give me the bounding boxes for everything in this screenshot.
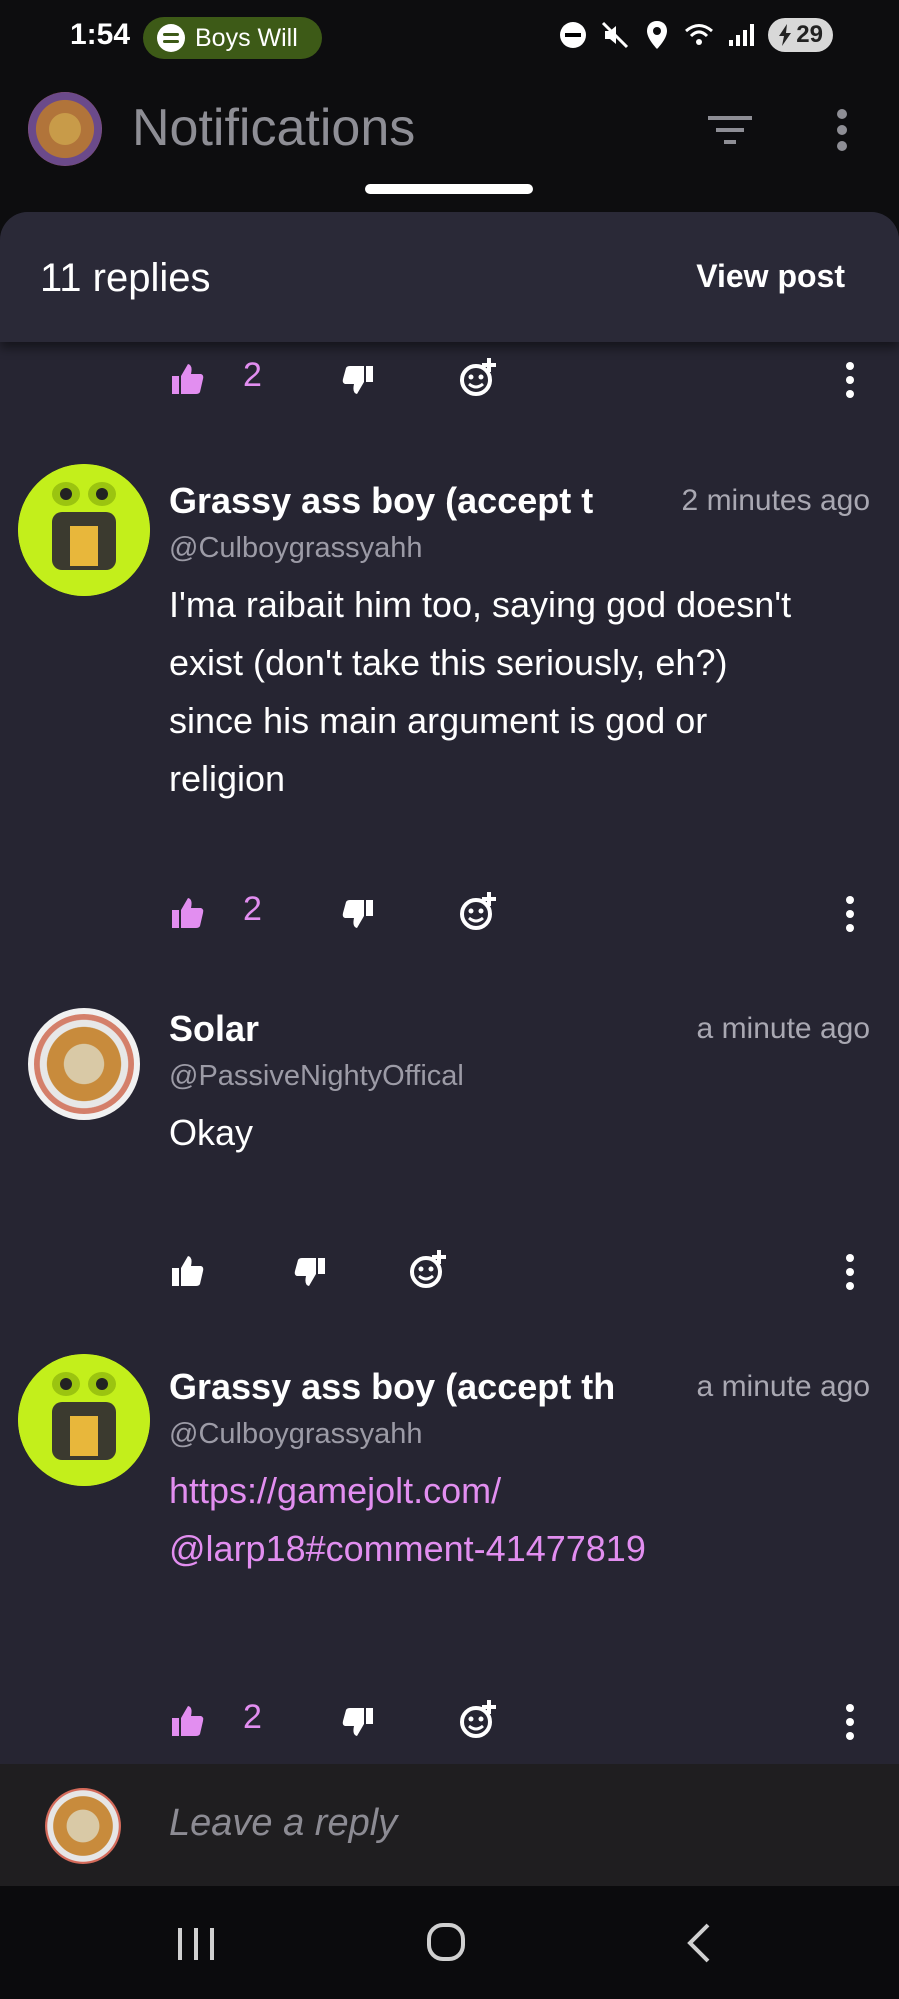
view-post-button[interactable]: View post bbox=[696, 258, 845, 295]
comment-actions: 2 bbox=[0, 884, 899, 944]
commenter-avatar[interactable] bbox=[18, 1354, 150, 1486]
like-count: 2 bbox=[243, 356, 262, 394]
comment-body: Okay bbox=[169, 1112, 254, 1153]
replies-sheet: 11 replies View post 2 Grassy ass boy (a… bbox=[0, 212, 899, 1886]
back-icon[interactable] bbox=[686, 1922, 712, 1964]
comment-link-line[interactable]: https://gamejolt.com/ bbox=[169, 1462, 819, 1520]
home-icon[interactable] bbox=[426, 1922, 466, 1962]
comment-actions: 2 bbox=[0, 350, 899, 410]
spotify-track-label: Boys Will bbox=[195, 23, 298, 52]
comment-timestamp: a minute ago bbox=[686, 1370, 870, 1404]
comment-link-line[interactable]: @larp18#comment-41477819 bbox=[169, 1520, 819, 1578]
comment-more-icon[interactable] bbox=[840, 894, 860, 934]
like-icon[interactable] bbox=[170, 896, 204, 930]
filter-icon[interactable] bbox=[706, 110, 754, 150]
comment-more-icon[interactable] bbox=[840, 360, 860, 400]
like-count: 2 bbox=[243, 1698, 262, 1736]
spotify-icon bbox=[157, 24, 185, 52]
comment-item: Grassy ass boy (accept th a minute ago @… bbox=[0, 1354, 899, 1644]
sheet-drag-handle[interactable] bbox=[365, 184, 533, 194]
spotify-now-playing-pill[interactable]: Boys Will bbox=[143, 17, 322, 59]
comment-body: I'ma raibait him too, saying god doesn't… bbox=[169, 584, 792, 799]
comment-timestamp: a minute ago bbox=[686, 1012, 870, 1046]
comment-more-icon[interactable] bbox=[840, 1252, 860, 1292]
like-icon[interactable] bbox=[170, 1704, 204, 1738]
location-icon bbox=[642, 20, 672, 50]
status-icons: 29 bbox=[558, 18, 833, 52]
commenter-avatar[interactable] bbox=[18, 464, 150, 596]
battery-indicator: 29 bbox=[768, 18, 833, 52]
reply-input[interactable]: Leave a reply bbox=[169, 1802, 397, 1845]
user-avatar[interactable] bbox=[28, 92, 102, 166]
status-time: 1:54 bbox=[70, 18, 131, 51]
more-options-icon[interactable] bbox=[832, 106, 852, 154]
comment-actions: 2 bbox=[0, 1692, 899, 1752]
dislike-icon[interactable] bbox=[342, 1706, 374, 1738]
commenter-handle[interactable]: @Culboygrassyahh bbox=[169, 532, 423, 565]
app-top-bar: Notifications bbox=[0, 76, 899, 206]
page-title: Notifications bbox=[132, 99, 416, 157]
comment-more-icon[interactable] bbox=[840, 1702, 860, 1742]
comment-link[interactable]: https://gamejolt.com/ @larp18#comment-41… bbox=[169, 1462, 819, 1578]
mute-icon bbox=[600, 20, 630, 50]
comment-actions bbox=[0, 1242, 899, 1302]
comment-item: Solar a minute ago @PassiveNightyOffical… bbox=[0, 996, 899, 1196]
system-navigation-bar bbox=[0, 1886, 899, 1999]
like-icon[interactable] bbox=[170, 1254, 204, 1288]
add-reaction-icon[interactable] bbox=[458, 890, 498, 932]
wifi-icon bbox=[684, 20, 714, 50]
like-count: 2 bbox=[243, 890, 262, 928]
recent-apps-icon[interactable] bbox=[176, 1926, 216, 1962]
like-icon[interactable] bbox=[170, 362, 204, 396]
signal-icon bbox=[726, 20, 756, 50]
add-reaction-icon[interactable] bbox=[408, 1248, 448, 1290]
dislike-icon[interactable] bbox=[294, 1256, 326, 1288]
status-bar: 1:54 Boys Will 29 bbox=[0, 0, 899, 76]
charging-bolt-icon bbox=[779, 24, 792, 46]
add-reaction-icon[interactable] bbox=[458, 356, 498, 398]
sheet-header: 11 replies View post bbox=[0, 212, 899, 342]
do-not-disturb-icon bbox=[558, 20, 588, 50]
comment-item: Grassy ass boy (accept t 2 minutes ago @… bbox=[0, 452, 899, 932]
current-user-avatar bbox=[45, 1788, 121, 1864]
reply-composer: Leave a reply bbox=[0, 1764, 899, 1886]
add-reaction-icon[interactable] bbox=[458, 1698, 498, 1740]
commenter-name[interactable]: Grassy ass boy (accept t bbox=[169, 480, 593, 522]
dislike-icon[interactable] bbox=[342, 898, 374, 930]
battery-level: 29 bbox=[796, 21, 823, 48]
commenter-name[interactable]: Solar bbox=[169, 1008, 259, 1050]
commenter-name[interactable]: Grassy ass boy (accept th bbox=[169, 1366, 615, 1408]
replies-count: 11 replies bbox=[40, 256, 211, 300]
commenter-handle[interactable]: @Culboygrassyahh bbox=[169, 1418, 423, 1451]
commenter-avatar[interactable] bbox=[28, 1008, 140, 1120]
comment-timestamp: 2 minutes ago bbox=[671, 484, 870, 518]
commenter-handle[interactable]: @PassiveNightyOffical bbox=[169, 1060, 464, 1093]
dislike-icon[interactable] bbox=[342, 364, 374, 396]
